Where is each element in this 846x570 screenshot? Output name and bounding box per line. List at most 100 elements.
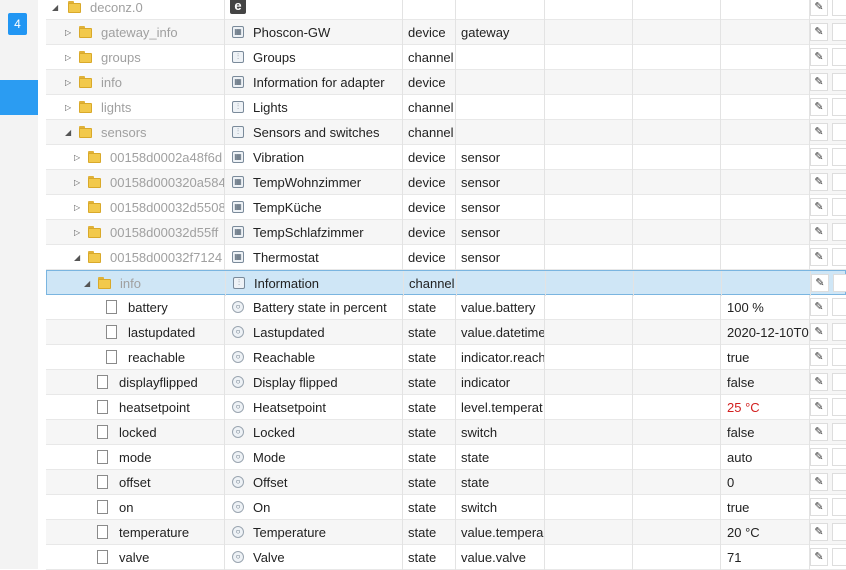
delete-button[interactable]: [832, 373, 846, 391]
delete-button[interactable]: [832, 0, 846, 16]
value-cell[interactable]: 25 °C: [721, 395, 810, 420]
edit-icon[interactable]: ✎: [810, 23, 828, 41]
tree-row[interactable]: ▷ info ▦ Information for adapter device ✎: [46, 70, 846, 95]
tree-row[interactable]: ▷ 00158d0002a48f6d ▦ Vibration device sensor ✎: [46, 145, 846, 170]
edit-icon[interactable]: ✎: [810, 223, 828, 241]
value-cell[interactable]: 2020-12-10T0: [721, 320, 810, 345]
delete-button[interactable]: [832, 348, 846, 366]
value-cell[interactable]: 100 %: [721, 295, 810, 320]
tree-row[interactable]: ▷ 00158d000320a584 ▦ TempWohnzimmer device se…: [46, 170, 846, 195]
delete-button[interactable]: [832, 248, 846, 266]
tree-row[interactable]: ▷ 00158d00032d5508 ▦ TempKüche device sensor ✎: [46, 195, 846, 220]
function-cell: [633, 295, 721, 320]
delete-button[interactable]: [832, 223, 846, 241]
edit-icon[interactable]: ✎: [811, 274, 829, 292]
edit-icon[interactable]: ✎: [810, 373, 828, 391]
delete-button[interactable]: [833, 274, 846, 292]
edit-icon[interactable]: ✎: [810, 423, 828, 441]
type-cell: state: [403, 445, 456, 470]
edit-icon[interactable]: ✎: [810, 123, 828, 141]
edit-icon[interactable]: ✎: [810, 198, 828, 216]
caret-right-icon[interactable]: ▷: [65, 70, 71, 95]
caret-right-icon[interactable]: ▷: [74, 170, 80, 195]
tree-row[interactable]: battery ○ Battery state in percent state val…: [46, 295, 846, 320]
tree-row[interactable]: ◢ sensors ⫶ Sensors and switches channel ✎: [46, 120, 846, 145]
tree-row[interactable]: reachable ○ Reachable state indicator.reach t…: [46, 345, 846, 370]
edit-icon[interactable]: ✎: [810, 48, 828, 66]
caret-right-icon[interactable]: ▷: [74, 195, 80, 220]
value-cell[interactable]: auto: [721, 445, 810, 470]
tree-row[interactable]: ◢ 00158d00032f7124 ▦ Thermostat device sensor…: [46, 245, 846, 270]
delete-button[interactable]: [832, 548, 846, 566]
edit-icon[interactable]: ✎: [810, 523, 828, 541]
value-cell[interactable]: true: [721, 345, 810, 370]
edit-icon[interactable]: ✎: [810, 73, 828, 91]
tree-row[interactable]: locked ○ Locked state switch false ✎: [46, 420, 846, 445]
value-cell[interactable]: 20 °C: [721, 520, 810, 545]
tree-row[interactable]: ▷ gateway_info ▦ Phoscon-GW device gateway ✎: [46, 20, 846, 45]
delete-button[interactable]: [832, 298, 846, 316]
caret-down-icon[interactable]: ◢: [52, 0, 58, 20]
caret-right-icon[interactable]: ▷: [74, 145, 80, 170]
edit-icon[interactable]: ✎: [810, 298, 828, 316]
caret-right-icon[interactable]: ▷: [65, 95, 71, 120]
tree-row[interactable]: ▷ lights ⫶ Lights channel ✎: [46, 95, 846, 120]
type-cell: device: [403, 145, 456, 170]
delete-button[interactable]: [832, 323, 846, 341]
tree-row[interactable]: temperature ○ Temperature state value.temper…: [46, 520, 846, 545]
delete-button[interactable]: [832, 73, 846, 91]
object-name: Mode: [253, 450, 286, 465]
value-cell[interactable]: 0: [721, 470, 810, 495]
delete-button[interactable]: [832, 23, 846, 41]
edit-icon[interactable]: ✎: [810, 548, 828, 566]
tree-row[interactable]: lastupdated ○ Lastupdated state value.dateti…: [46, 320, 846, 345]
tree-row[interactable]: mode ○ Mode state state auto ✎: [46, 445, 846, 470]
delete-button[interactable]: [832, 98, 846, 116]
edit-icon[interactable]: ✎: [810, 98, 828, 116]
delete-button[interactable]: [832, 523, 846, 541]
caret-down-icon[interactable]: ◢: [84, 271, 90, 296]
delete-button[interactable]: [832, 398, 846, 416]
edit-icon[interactable]: ✎: [810, 173, 828, 191]
tree-row[interactable]: on ○ On state switch true ✎: [46, 495, 846, 520]
tree-row[interactable]: ◢ info ⫶ Information channel ✎: [46, 270, 846, 296]
value-cell[interactable]: 71: [721, 545, 810, 570]
delete-button[interactable]: [832, 173, 846, 191]
value-cell[interactable]: true: [721, 495, 810, 520]
delete-button[interactable]: [832, 123, 846, 141]
edit-icon[interactable]: ✎: [810, 348, 828, 366]
tree-row[interactable]: offset ○ Offset state state 0 ✎: [46, 470, 846, 495]
value-cell[interactable]: false: [721, 420, 810, 445]
delete-button[interactable]: [832, 498, 846, 516]
edit-icon[interactable]: ✎: [810, 498, 828, 516]
edit-icon[interactable]: ✎: [810, 148, 828, 166]
tree-row[interactable]: heatsetpoint ○ Heatsetpoint state level.temp…: [46, 395, 846, 420]
type-cell: state: [403, 420, 456, 445]
edit-icon[interactable]: ✎: [810, 398, 828, 416]
delete-button[interactable]: [832, 198, 846, 216]
edit-icon[interactable]: ✎: [810, 323, 828, 341]
delete-button[interactable]: [832, 148, 846, 166]
edit-icon[interactable]: ✎: [810, 248, 828, 266]
caret-right-icon[interactable]: ▷: [65, 45, 71, 70]
caret-right-icon[interactable]: ▷: [65, 20, 71, 45]
delete-button[interactable]: [832, 48, 846, 66]
delete-button[interactable]: [832, 448, 846, 466]
edit-icon[interactable]: ✎: [810, 448, 828, 466]
edit-icon[interactable]: ✎: [810, 473, 828, 491]
tree-row[interactable]: valve ○ Valve state value.valve 71 ✎: [46, 545, 846, 570]
tree-row[interactable]: ▷ 00158d00032d55ff ▦ TempSchlafzimmer device…: [46, 220, 846, 245]
tree-row[interactable]: displayflipped ○ Display flipped state indic…: [46, 370, 846, 395]
sidebar-item-objects[interactable]: [0, 80, 38, 115]
device-icon: ▦: [232, 151, 244, 163]
tree-row[interactable]: ▷ groups ⫶ Groups channel ✎: [46, 45, 846, 70]
value-cell[interactable]: false: [721, 370, 810, 395]
delete-button[interactable]: [832, 473, 846, 491]
caret-down-icon[interactable]: ◢: [65, 120, 71, 145]
notification-badge[interactable]: 4: [8, 13, 27, 35]
caret-down-icon[interactable]: ◢: [74, 245, 80, 270]
delete-button[interactable]: [832, 423, 846, 441]
caret-right-icon[interactable]: ▷: [74, 220, 80, 245]
edit-icon[interactable]: ✎: [810, 0, 828, 16]
tree-row-root[interactable]: ◢ deconz.0 e ✎: [46, 0, 846, 20]
